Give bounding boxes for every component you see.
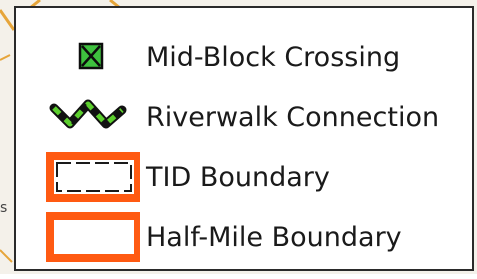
legend-item-half-mile-boundary: Half-Mile Boundary <box>16 210 472 266</box>
legend-symbol <box>30 90 140 146</box>
legend-item-riverwalk-connection: Riverwalk Connection <box>16 90 472 146</box>
map-edge-glyph: s <box>0 200 8 216</box>
legend-symbol <box>30 150 142 206</box>
legend-label: Riverwalk Connection <box>146 102 440 133</box>
legend-symbol <box>30 30 140 86</box>
legend-item-tid-boundary: TID Boundary <box>16 150 472 206</box>
zigzag-line-icon <box>49 99 127 129</box>
legend-label: Half-Mile Boundary <box>146 222 402 253</box>
legend-label: Mid-Block Crossing <box>146 42 401 73</box>
legend-label: TID Boundary <box>146 162 330 193</box>
crossing-box-icon <box>78 42 104 70</box>
solid-rectangle-icon <box>46 212 142 262</box>
legend-symbol <box>30 210 142 266</box>
dashed-rectangle-icon <box>46 152 142 202</box>
legend-item-mid-block-crossing: Mid-Block Crossing <box>16 30 472 86</box>
map-legend: Mid-Block Crossing Riverwalk Connection … <box>14 6 474 271</box>
